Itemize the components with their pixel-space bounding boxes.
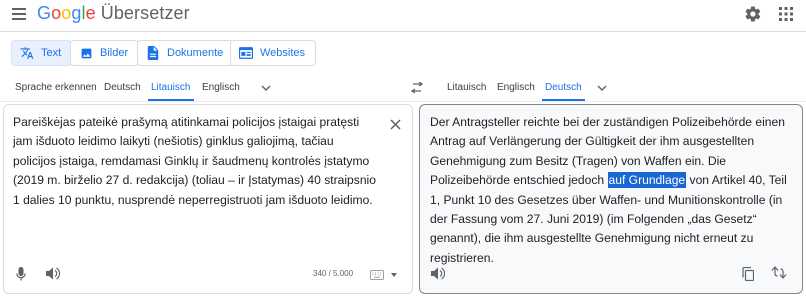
gear-icon[interactable] — [743, 4, 763, 24]
target-lang-tab[interactable]: Englisch — [497, 82, 535, 93]
logo-letter: G — [37, 3, 52, 23]
swap-languages-icon[interactable] — [409, 81, 425, 95]
source-lang-tab[interactable]: Deutsch — [104, 82, 141, 93]
source-lang-tab[interactable]: Englisch — [202, 82, 240, 93]
feedback-icon[interactable] — [771, 265, 787, 281]
copy-icon[interactable] — [740, 266, 756, 282]
product-name: Übersetzer — [100, 3, 190, 23]
mode-button-documents[interactable]: Dokumente — [137, 40, 235, 66]
translation-output-text[interactable]: Der Antragsteller reichte bei der zustän… — [430, 113, 798, 268]
document-icon — [146, 46, 160, 60]
mode-button-label: Text — [41, 47, 62, 59]
website-icon — [239, 46, 253, 60]
mode-button-label: Dokumente — [167, 47, 224, 59]
caret-down-icon[interactable] — [390, 272, 398, 278]
image-icon — [79, 46, 93, 60]
keyboard-icon[interactable] — [370, 270, 384, 280]
logo-letter: o — [61, 3, 72, 23]
microphone-icon[interactable] — [13, 266, 29, 282]
chevron-down-icon[interactable] — [260, 82, 272, 94]
chevron-down-icon[interactable] — [596, 82, 608, 94]
mode-button-label: Bilder — [100, 47, 129, 59]
header-divider — [0, 31, 806, 32]
speaker-icon[interactable] — [430, 265, 446, 281]
translate-icon — [20, 46, 34, 60]
source-text-input[interactable]: Pareiškėjas pateikė prašymą atitinkamai … — [13, 113, 378, 210]
mode-button-label: Websites — [260, 47, 306, 59]
logo-letter: e — [85, 3, 96, 23]
google-translate-logo[interactable]: Google Übersetzer — [37, 3, 190, 24]
target-lang-tab[interactable]: Litauisch — [447, 82, 486, 93]
logo-letter: g — [71, 3, 82, 23]
apps-grid-icon[interactable] — [777, 5, 795, 23]
logo-letter: o — [51, 3, 62, 23]
selected-text-highlight[interactable]: auf Grundlage — [607, 172, 687, 189]
mode-button-websites[interactable]: Websites — [230, 40, 317, 66]
source-lang-tab-selected[interactable]: Litauisch — [151, 82, 190, 93]
character-counter: 340 / 5.000 — [313, 269, 354, 278]
app-header: Google Übersetzer — [0, 0, 806, 30]
speaker-icon[interactable] — [45, 265, 61, 281]
close-icon[interactable] — [388, 117, 402, 131]
lang-bar-divider — [0, 101, 806, 102]
mode-button-images[interactable]: Bilder — [70, 40, 140, 66]
mode-button-text[interactable]: Text — [11, 40, 73, 66]
target-lang-tab-selected[interactable]: Deutsch — [545, 82, 582, 93]
source-lang-detect[interactable]: Sprache erkennen — [15, 82, 97, 93]
menu-icon[interactable] — [10, 6, 28, 22]
